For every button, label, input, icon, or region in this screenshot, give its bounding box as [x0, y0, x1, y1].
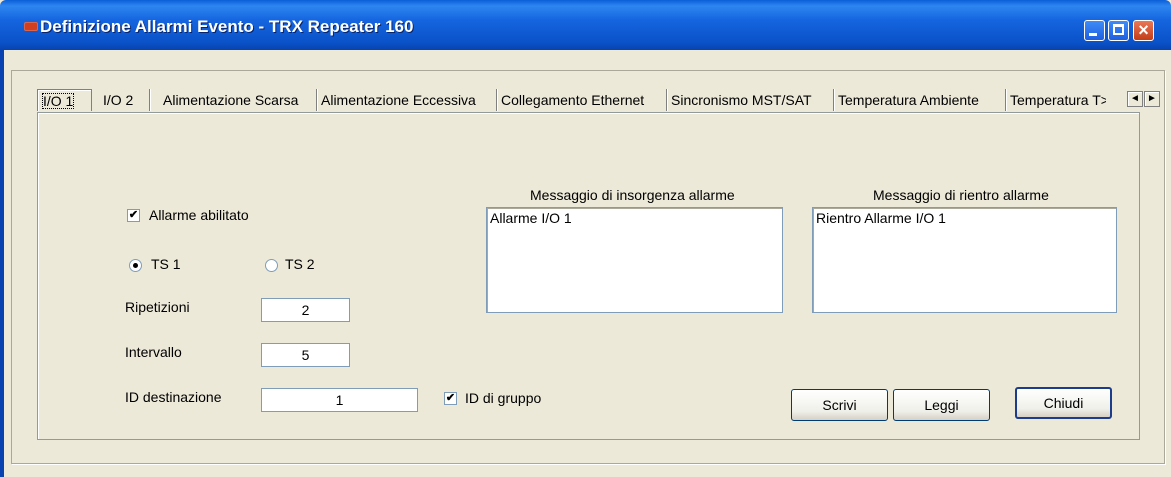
- interval-label: Intervallo: [125, 344, 182, 360]
- read-button[interactable]: Leggi: [893, 389, 990, 421]
- group-id-checkbox[interactable]: ✔: [444, 392, 457, 405]
- return-message-textarea[interactable]: Rientro Allarme I/O 1: [812, 207, 1117, 313]
- window-frame: [0, 50, 4, 477]
- close-button[interactable]: Chiudi: [1015, 387, 1112, 419]
- onset-message-label: Messaggio di insorgenza allarme: [530, 187, 735, 203]
- tab-sincronismo-mst-sat[interactable]: Sincronismo MST/SAT: [667, 89, 834, 111]
- group-id-label[interactable]: ID di gruppo: [465, 390, 541, 406]
- onset-message-textarea[interactable]: Allarme I/O 1: [486, 207, 783, 313]
- title-bar[interactable]: Definizione Allarmi Evento - TRX Repeate…: [0, 0, 1171, 50]
- destination-label: ID destinazione: [125, 389, 222, 405]
- maximize-icon: [1113, 24, 1124, 35]
- arrow-right-icon: ►: [1147, 93, 1157, 104]
- tab-alimentazione-eccessiva[interactable]: Alimentazione Eccessiva: [317, 89, 497, 111]
- minimize-button[interactable]: [1084, 20, 1105, 41]
- ts2-label[interactable]: TS 2: [285, 256, 315, 272]
- alarm-enabled-checkbox[interactable]: ✔: [127, 209, 140, 222]
- minimize-icon: [1089, 33, 1097, 36]
- destination-field[interactable]: 1: [261, 388, 418, 412]
- ts1-radio[interactable]: [129, 259, 142, 272]
- checkmark-icon: ✔: [445, 392, 456, 404]
- alarm-enabled-label[interactable]: Allarme abilitato: [149, 207, 249, 223]
- checkmark-icon: ✔: [128, 209, 139, 221]
- tab-scroll-right-button[interactable]: ►: [1144, 91, 1160, 107]
- ts2-radio[interactable]: [265, 259, 278, 272]
- repetitions-label: Ripetizioni: [125, 299, 190, 315]
- close-icon: ×: [1138, 20, 1149, 40]
- window-title: Definizione Allarmi Evento - TRX Repeate…: [40, 17, 414, 36]
- ts1-label[interactable]: TS 1: [151, 256, 181, 272]
- maximize-button[interactable]: [1108, 20, 1129, 41]
- tab-scroll-left-button[interactable]: ◄: [1127, 91, 1143, 107]
- close-window-button[interactable]: ×: [1133, 20, 1154, 41]
- repetitions-field[interactable]: 2: [261, 298, 350, 322]
- interval-field[interactable]: 5: [261, 343, 350, 367]
- tab-temperatura-ambiente[interactable]: Temperatura Ambiente: [834, 89, 1006, 111]
- tab-io-2[interactable]: I/O 2: [99, 89, 150, 111]
- write-button[interactable]: Scrivi: [791, 389, 888, 421]
- tab-temperatura-tx[interactable]: Temperatura T>: [1006, 89, 1106, 111]
- app-icon[interactable]: [24, 22, 38, 31]
- tab-alimentazione-scarsa[interactable]: Alimentazione Scarsa: [159, 89, 317, 111]
- tab-io-1[interactable]: I/O 1: [37, 89, 92, 111]
- return-message-label: Messaggio di rientro allarme: [873, 187, 1049, 203]
- arrow-left-icon: ◄: [1130, 93, 1140, 104]
- tab-collegamento-ethernet[interactable]: Collegamento Ethernet: [497, 89, 667, 111]
